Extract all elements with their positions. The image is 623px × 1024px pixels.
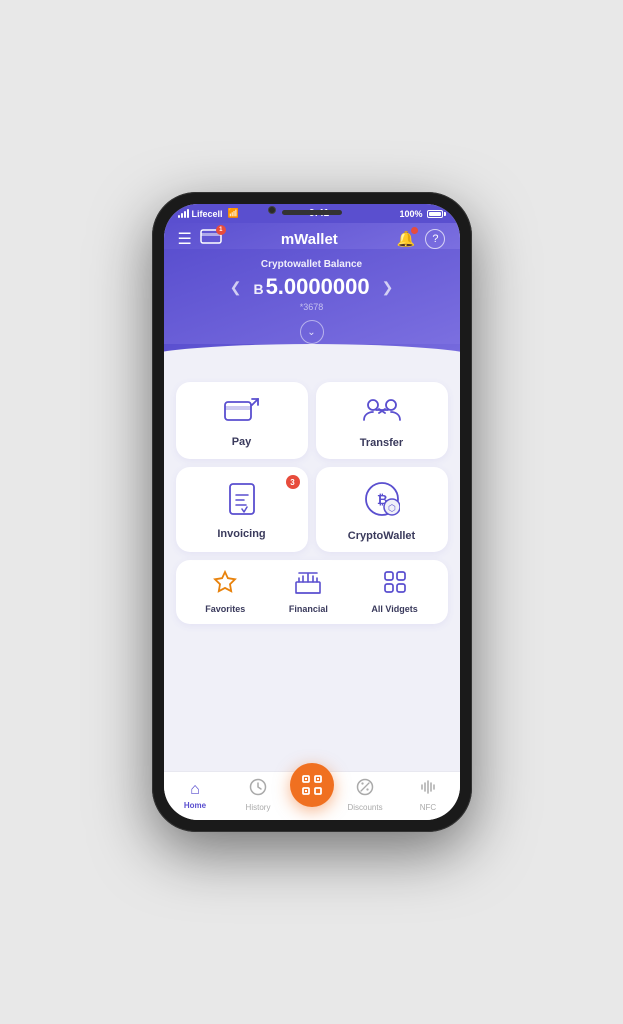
nav-home[interactable]: ⌂ Home xyxy=(164,781,227,810)
cryptowallet-card[interactable]: ₿ ⬡ CryptoWallet xyxy=(316,467,448,552)
app-title: mWallet xyxy=(281,231,338,248)
home-label: Home xyxy=(184,801,206,810)
expand-button[interactable]: ⌄ xyxy=(300,320,324,344)
invoicing-card[interactable]: 3 Invoicing xyxy=(176,467,308,552)
financial-item[interactable]: Financial xyxy=(289,570,328,614)
status-left: Lifecell 📶 xyxy=(178,208,239,219)
status-right: 100% xyxy=(399,209,445,219)
battery-indicator xyxy=(427,210,446,218)
header-left: ☰ 1 xyxy=(178,229,222,249)
invoicing-icon xyxy=(229,483,255,522)
balance-prev-arrow[interactable]: ❮ xyxy=(226,279,246,296)
home-icon: ⌂ xyxy=(190,781,200,799)
cryptowallet-icon: ₿ ⬡ xyxy=(364,481,400,524)
nav-history[interactable]: History xyxy=(227,778,290,812)
nav-discounts[interactable]: Discounts xyxy=(334,778,397,812)
bell-badge xyxy=(411,227,418,234)
quick-actions-row: Favorites Financial xyxy=(176,560,448,624)
history-label: History xyxy=(246,803,271,812)
financial-label: Financial xyxy=(289,604,328,614)
discounts-icon xyxy=(356,778,374,801)
transfer-icon xyxy=(363,396,401,431)
nfc-label: NFC xyxy=(420,803,436,812)
header-right: 🔔 ? xyxy=(397,229,446,249)
wave-divider xyxy=(164,344,460,372)
signal-bars xyxy=(178,209,189,218)
pay-icon xyxy=(224,397,260,430)
app-header: ☰ 1 mWallet 🔔 xyxy=(164,223,460,249)
nfc-icon xyxy=(419,778,437,801)
balance-account: *3678 xyxy=(178,302,446,312)
phone-speaker xyxy=(282,210,342,215)
notification-bell[interactable]: 🔔 xyxy=(397,230,416,249)
favorites-icon xyxy=(213,570,237,600)
balance-row: ❮ B5.0000000 ❯ xyxy=(178,274,446,300)
card-badge: 1 xyxy=(216,225,226,235)
cryptowallet-label: CryptoWallet xyxy=(348,530,415,542)
invoicing-label: Invoicing xyxy=(217,528,265,540)
scan-button[interactable] xyxy=(290,763,334,807)
favorites-item[interactable]: Favorites xyxy=(205,570,245,614)
discounts-label: Discounts xyxy=(347,803,382,812)
financial-icon xyxy=(295,570,321,600)
favorites-label: Favorites xyxy=(205,604,245,614)
balance-amount: B5.0000000 xyxy=(253,274,369,300)
help-button[interactable]: ? xyxy=(425,229,445,249)
transfer-label: Transfer xyxy=(360,437,403,449)
phone-device: Lifecell 📶 9:41 100% ☰ xyxy=(152,192,472,832)
invoicing-badge: 3 xyxy=(286,475,300,489)
svg-text:⬡: ⬡ xyxy=(388,503,396,513)
pay-label: Pay xyxy=(232,436,252,448)
card-icon-wrap[interactable]: 1 xyxy=(200,229,222,249)
transfer-card[interactable]: Transfer xyxy=(316,382,448,459)
wifi-icon: 📶 xyxy=(228,208,239,219)
main-content: Pay Transfer xyxy=(164,372,460,771)
balance-section: Cryptowallet Balance ❮ B5.0000000 ❯ *367… xyxy=(164,249,460,344)
action-cards-grid: Pay Transfer xyxy=(176,382,448,552)
battery-label: 100% xyxy=(399,209,422,219)
phone-screen: Lifecell 📶 9:41 100% ☰ xyxy=(164,204,460,820)
menu-icon[interactable]: ☰ xyxy=(178,229,192,249)
carrier-label: Lifecell xyxy=(192,209,223,219)
nav-nfc[interactable]: NFC xyxy=(397,778,460,812)
currency-symbol: B xyxy=(253,281,263,297)
all-widgets-label: All Vidgets xyxy=(371,604,417,614)
pay-card[interactable]: Pay xyxy=(176,382,308,459)
balance-next-arrow[interactable]: ❯ xyxy=(378,279,398,296)
all-widgets-item[interactable]: All Vidgets xyxy=(371,570,417,614)
history-icon xyxy=(249,778,267,801)
grid-icon xyxy=(383,570,407,600)
phone-camera xyxy=(268,206,276,214)
bottom-nav: ⌂ Home History xyxy=(164,771,460,820)
balance-label: Cryptowallet Balance xyxy=(178,259,446,270)
